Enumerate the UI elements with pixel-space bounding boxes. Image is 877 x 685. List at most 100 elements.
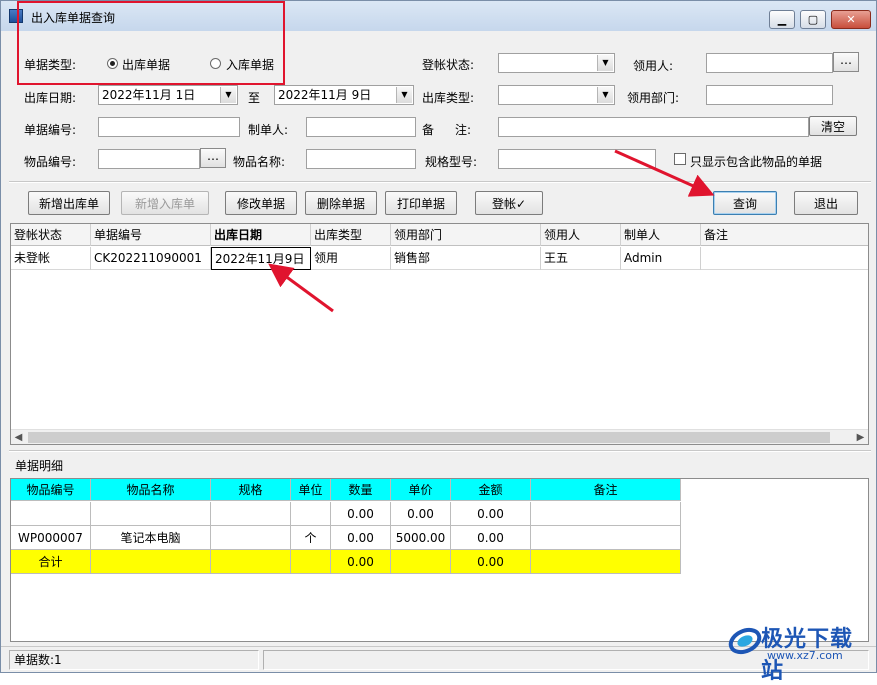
horizontal-scrollbar[interactable]: ◀ ▶ (11, 429, 868, 444)
doc-no-input[interactable] (98, 117, 240, 137)
item-no-label: 物品编号: (24, 155, 77, 169)
cell[interactable]: 笔记本电脑 (91, 526, 211, 550)
cell[interactable]: 个 (291, 526, 331, 550)
col-header[interactable]: 制单人 (621, 224, 701, 246)
cell[interactable]: 王五 (541, 247, 621, 270)
col-header[interactable]: 数量 (331, 479, 391, 501)
cell[interactable] (211, 526, 291, 550)
item-name-input[interactable] (306, 149, 416, 169)
cell[interactable] (11, 502, 91, 526)
delete-doc-button[interactable]: 删除单据 (305, 191, 377, 215)
col-header[interactable]: 登帐状态 (11, 224, 91, 246)
maximize-button[interactable]: ▢ (800, 10, 826, 29)
col-header[interactable]: 领用部门 (391, 224, 541, 246)
watermark-url: www.xz7.com (767, 649, 843, 662)
item-name-label: 物品名称: (233, 155, 286, 169)
cell[interactable] (291, 502, 331, 526)
date-to-picker[interactable]: 2022年11月 9日 ▼ (274, 85, 414, 105)
scroll-thumb[interactable] (28, 432, 830, 443)
col-header[interactable]: 物品编号 (11, 479, 91, 501)
cell[interactable] (91, 502, 211, 526)
chevron-down-icon[interactable]: ▼ (220, 87, 236, 103)
col-header[interactable]: 物品名称 (91, 479, 211, 501)
col-header[interactable]: 金额 (451, 479, 531, 501)
cell[interactable]: 0.00 (451, 502, 531, 526)
cell[interactable]: CK202211090001 (91, 247, 211, 270)
scroll-left-icon[interactable]: ◀ (11, 430, 26, 444)
col-header[interactable]: 领用人 (541, 224, 621, 246)
query-button[interactable]: 查询 (713, 191, 777, 215)
total-cell (91, 550, 211, 574)
col-header[interactable]: 单位 (291, 479, 331, 501)
recipient-label: 领用人: (633, 59, 674, 73)
separator (9, 450, 871, 452)
col-header[interactable]: 出库日期 (211, 224, 311, 246)
cell[interactable]: 未登帐 (11, 247, 91, 270)
cell[interactable]: 0.00 (331, 526, 391, 550)
remark-label-b: 注: (455, 123, 472, 137)
col-header[interactable]: 单价 (391, 479, 451, 501)
cell[interactable] (211, 502, 291, 526)
col-header[interactable]: 单据编号 (91, 224, 211, 246)
col-header[interactable]: 规格 (211, 479, 291, 501)
new-outbound-button[interactable]: 新增出库单 (28, 191, 110, 215)
remark-label-a: 备 (422, 123, 435, 137)
post-status-label: 登帐状态: (422, 58, 475, 72)
col-header[interactable]: 备注 (531, 479, 681, 501)
chevron-down-icon[interactable]: ▼ (597, 87, 613, 103)
only-show-checkbox[interactable] (674, 153, 686, 165)
cell[interactable]: 0.00 (391, 502, 451, 526)
cell[interactable]: 销售部 (391, 247, 541, 270)
date-to-value: 2022年11月 9日 (278, 88, 372, 102)
doc-no-label: 单据编号: (24, 123, 77, 137)
dept-input[interactable] (706, 85, 833, 105)
new-inbound-button[interactable]: 新增入库单 (121, 191, 209, 215)
recipient-browse-button[interactable]: … (833, 52, 859, 72)
cell[interactable] (531, 526, 681, 550)
out-type-select[interactable]: ▼ (498, 85, 615, 105)
clear-button[interactable]: 清空 (809, 116, 857, 136)
item-browse-button[interactable]: … (200, 148, 226, 168)
remark-input[interactable] (498, 117, 809, 137)
cell[interactable]: 领用 (311, 247, 391, 270)
date-label: 出库日期: (24, 91, 77, 105)
date-from-value: 2022年11月 1日 (102, 88, 196, 102)
only-show-label[interactable]: 只显示包含此物品的单据 (690, 153, 822, 170)
recipient-input[interactable] (706, 53, 833, 73)
date-from-picker[interactable]: 2022年11月 1日 ▼ (98, 85, 238, 105)
total-cell (211, 550, 291, 574)
minimize-icon: ▁ (777, 13, 787, 26)
chevron-down-icon[interactable]: ▼ (597, 55, 613, 71)
out-type-label: 出库类型: (422, 91, 475, 105)
cell[interactable]: Admin (621, 247, 701, 270)
post-status-select[interactable]: ▼ (498, 53, 615, 73)
detail-grid[interactable]: 物品编号 物品名称 规格 单位 数量 单价 金额 备注 0.00 0.00 0.… (10, 478, 869, 642)
edit-doc-button[interactable]: 修改单据 (225, 191, 297, 215)
cell[interactable]: 0.00 (331, 502, 391, 526)
cell-focused[interactable]: 2022年11月9日 (211, 247, 311, 270)
annotation-highlight-box (17, 1, 285, 85)
spec-input[interactable] (498, 149, 656, 169)
table-row[interactable]: 未登帐 CK202211090001 2022年11月9日 领用 销售部 王五 … (11, 247, 868, 270)
documents-grid[interactable]: 登帐状态 单据编号 出库日期 出库类型 领用部门 领用人 制单人 备注 未登帐 … (10, 223, 869, 445)
item-no-input[interactable] (98, 149, 200, 169)
date-to-label: 至 (248, 91, 261, 105)
maximize-icon: ▢ (807, 13, 819, 26)
cell[interactable]: WP000007 (11, 526, 91, 550)
print-doc-button[interactable]: 打印单据 (385, 191, 457, 215)
cell[interactable] (701, 247, 868, 270)
col-header[interactable]: 备注 (701, 224, 868, 246)
cell[interactable]: 0.00 (451, 526, 531, 550)
post-button[interactable]: 登帐✓ (475, 191, 543, 215)
chevron-down-icon[interactable]: ▼ (396, 87, 412, 103)
scroll-right-icon[interactable]: ▶ (853, 430, 868, 444)
minimize-button[interactable]: ▁ (769, 10, 795, 29)
maker-input[interactable] (306, 117, 416, 137)
col-header[interactable]: 出库类型 (311, 224, 391, 246)
total-cell: 0.00 (451, 550, 531, 574)
close-button[interactable]: ✕ (831, 10, 871, 29)
exit-button[interactable]: 退出 (794, 191, 858, 215)
cell[interactable]: 5000.00 (391, 526, 451, 550)
cell[interactable] (531, 502, 681, 526)
total-cell (531, 550, 681, 574)
